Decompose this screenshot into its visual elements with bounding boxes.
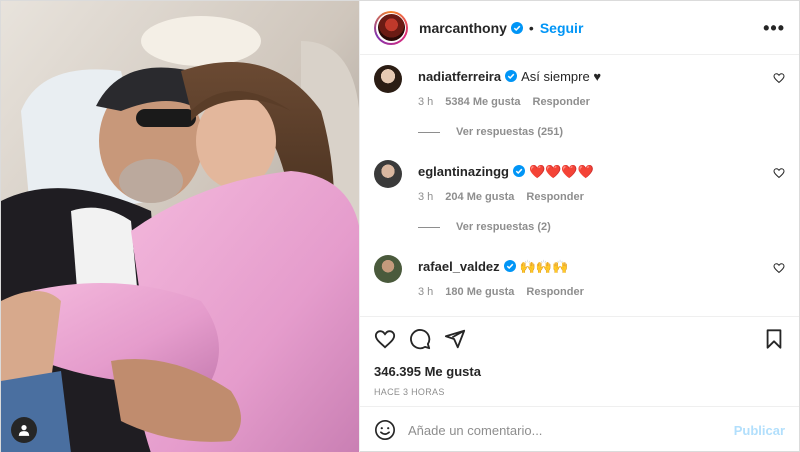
- author-avatar[interactable]: [374, 10, 408, 45]
- comment-body: rafael_valdez 🙌🙌🙌: [418, 258, 757, 276]
- verified-badge-icon: [513, 165, 525, 177]
- comment-likes[interactable]: 204 Me gusta: [445, 191, 514, 203]
- reply-button[interactable]: Responder: [526, 286, 583, 298]
- comment-like-heart-icon[interactable]: [773, 72, 785, 84]
- reply-button[interactable]: Responder: [533, 96, 590, 108]
- likes-count[interactable]: 346.395 Me gusta: [360, 360, 799, 384]
- verified-badge-icon: [510, 21, 523, 34]
- post-side-panel: marcanthony • Seguir ••• nadiatferreira A…: [360, 1, 799, 452]
- author-username[interactable]: marcanthony: [419, 20, 507, 36]
- separator-dot: •: [528, 19, 534, 36]
- replies-line: [418, 131, 440, 133]
- post-photo[interactable]: [1, 1, 360, 452]
- user-icon: [18, 425, 30, 436]
- comment-composer: Publicar: [360, 406, 799, 452]
- post-actions-bar: [360, 316, 799, 360]
- comment-input[interactable]: [408, 422, 734, 438]
- replies-line: [418, 226, 440, 228]
- more-options-icon[interactable]: •••: [763, 19, 785, 37]
- comment-like-heart-icon[interactable]: [773, 167, 785, 179]
- comment-meta: 3 h 5384 Me gusta Responder: [418, 96, 590, 108]
- share-paper-plane-icon[interactable]: [444, 328, 466, 350]
- comment-text: Así siempre ♥: [521, 69, 602, 84]
- comment-item: rafael_valdez 🙌🙌🙌 3 h 180 Me gusta Respon…: [374, 255, 785, 315]
- comment-likes[interactable]: 180 Me gusta: [445, 286, 514, 298]
- follow-button[interactable]: Seguir: [540, 20, 584, 36]
- comment-likes[interactable]: 5384 Me gusta: [445, 96, 520, 108]
- tagged-users-button[interactable]: [11, 417, 37, 443]
- reply-button[interactable]: Responder: [526, 191, 583, 203]
- save-bookmark-icon[interactable]: [763, 328, 785, 350]
- view-replies-button[interactable]: Ver respuestas (2): [418, 221, 551, 233]
- view-replies-label: Ver respuestas (251): [456, 126, 564, 138]
- comment-item: eglantinazingg ❤️❤️❤️❤️ 3 h 204 Me gusta …: [374, 160, 785, 255]
- like-heart-icon[interactable]: [374, 328, 396, 350]
- comment-avatar[interactable]: [374, 255, 402, 283]
- view-replies-label: Ver respuestas (2): [456, 221, 551, 233]
- author-avatar-image: [377, 14, 405, 41]
- comment-like-heart-icon[interactable]: [773, 262, 785, 274]
- comment-item: nadiatferreira Así siempre ♥ 3 h 5384 Me …: [374, 65, 785, 160]
- comment-body: eglantinazingg ❤️❤️❤️❤️: [418, 163, 757, 181]
- comment-meta: 3 h 180 Me gusta Responder: [418, 286, 584, 298]
- comment-time: 3 h: [418, 286, 434, 298]
- post-timestamp[interactable]: Hace 3 horas: [360, 384, 799, 406]
- verified-badge-icon: [505, 70, 518, 82]
- comment-text: ❤️❤️❤️❤️: [529, 164, 594, 179]
- comments-list[interactable]: nadiatferreira Así siempre ♥ 3 h 5384 Me …: [360, 55, 799, 316]
- comment-body: nadiatferreira Así siempre ♥: [418, 68, 757, 86]
- view-replies-button[interactable]: Ver respuestas (251): [418, 126, 563, 138]
- couple-photo-illustration: [1, 1, 359, 452]
- comment-bubble-icon[interactable]: [409, 328, 431, 350]
- comment-username[interactable]: eglantinazingg: [418, 164, 509, 179]
- comment-meta: 3 h 204 Me gusta Responder: [418, 191, 584, 203]
- comment-text: 🙌🙌🙌: [519, 259, 569, 274]
- comment-avatar[interactable]: [374, 65, 402, 93]
- comment-username[interactable]: rafael_valdez: [418, 259, 500, 274]
- emoji-icon[interactable]: [374, 419, 396, 441]
- verified-badge-icon: [503, 260, 516, 272]
- comment-username[interactable]: nadiatferreira: [418, 69, 501, 84]
- publish-button[interactable]: Publicar: [734, 423, 785, 438]
- post-header: marcanthony • Seguir •••: [360, 1, 799, 55]
- comment-time: 3 h: [418, 191, 434, 203]
- comment-avatar[interactable]: [374, 160, 402, 188]
- post-modal: marcanthony • Seguir ••• nadiatferreira A…: [0, 0, 800, 452]
- comment-time: 3 h: [418, 96, 434, 108]
